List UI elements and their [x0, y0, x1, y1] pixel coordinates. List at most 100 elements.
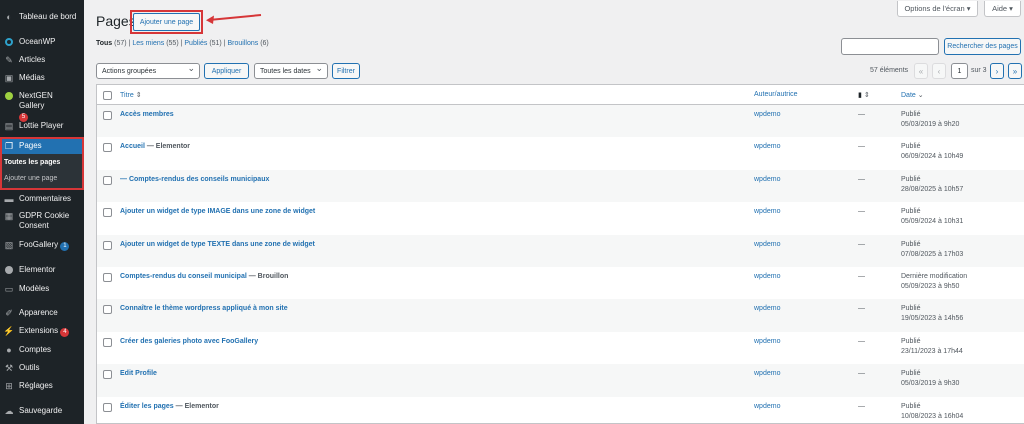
- table-row: Edit Profile wpdemo — Publié 05/03/2019 à…: [97, 364, 1024, 397]
- prev-page-button[interactable]: ‹: [932, 63, 946, 79]
- menu-media[interactable]: ▣ Médias: [0, 73, 49, 83]
- bulk-actions-select[interactable]: Actions groupées: [96, 63, 200, 79]
- sort-icon: ⇕: [135, 92, 142, 99]
- row-checkbox[interactable]: [103, 402, 112, 412]
- page-title-link[interactable]: Ajouter un widget de type IMAGE dans une…: [120, 208, 315, 215]
- table-row: Comptes-rendus du conseil municipal — Br…: [97, 267, 1024, 299]
- search-input[interactable]: [841, 38, 939, 55]
- page-title-link[interactable]: Créer des galeries photo avec FooGallery: [120, 338, 258, 345]
- menu-settings[interactable]: ⊞ Réglages: [0, 381, 57, 391]
- column-title[interactable]: Titre ⇕: [120, 91, 142, 99]
- comments-count: —: [858, 337, 865, 345]
- menu-oceanwp[interactable]: OceanWP: [0, 37, 59, 47]
- menu-comments[interactable]: ▬ Commentaires: [0, 194, 75, 204]
- sort-icon: ⌄: [917, 92, 924, 99]
- menu-backup[interactable]: ☁ Sauvegarde: [0, 406, 66, 416]
- menu-dashboard[interactable]: ◐ Tableau de bord: [0, 12, 80, 22]
- row-checkbox[interactable]: [103, 175, 112, 185]
- comments-count: —: [858, 273, 865, 280]
- author-link[interactable]: wpdemo: [754, 208, 780, 215]
- author-link[interactable]: wpdemo: [754, 111, 780, 118]
- page-title-link[interactable]: Accès membres: [120, 111, 174, 118]
- author-link[interactable]: wpdemo: [754, 143, 780, 150]
- gdpr-icon: ▦: [4, 210, 14, 221]
- media-icon: ▣: [4, 72, 14, 83]
- total-pages: sur 3: [971, 67, 987, 74]
- next-page-button[interactable]: ›: [990, 63, 1004, 79]
- search-pages-button[interactable]: Rechercher des pages: [944, 38, 1021, 55]
- users-icon: ●: [6, 345, 12, 355]
- page-title-link[interactable]: Ajouter un widget de type TEXTE dans une…: [120, 241, 315, 248]
- row-checkbox[interactable]: [103, 240, 112, 250]
- author-link[interactable]: wpdemo: [754, 338, 780, 345]
- row-checkbox[interactable]: [103, 370, 112, 380]
- last-page-button[interactable]: »: [1008, 63, 1022, 79]
- menu-lottie[interactable]: ▤ Lottie Player: [0, 121, 67, 131]
- row-checkbox[interactable]: [103, 111, 112, 120]
- filter-published[interactable]: Publiés (51): [184, 40, 221, 47]
- table-row: Connaître le thème wordpress appliqué à …: [97, 299, 1024, 332]
- column-comments[interactable]: ▮ ⇕: [858, 91, 870, 99]
- menu-users[interactable]: ● Comptes: [0, 345, 55, 355]
- author-link[interactable]: wpdemo: [754, 403, 780, 410]
- admin-sidebar: ◐ Tableau de bord OceanWP ✎ Articles ▣ M…: [0, 0, 84, 424]
- row-checkbox[interactable]: [103, 143, 112, 153]
- highlight-box-sidebar: [0, 137, 84, 190]
- page-title-link[interactable]: Connaître le thème wordpress appliqué à …: [120, 305, 288, 312]
- comments-count: —: [858, 370, 865, 378]
- filter-mine[interactable]: Les miens (55): [132, 40, 178, 47]
- row-checkbox[interactable]: [103, 273, 112, 282]
- brush-icon: ✐: [5, 307, 13, 318]
- date-cell: Dernière modification 05/09/2023 à 9h50: [901, 273, 968, 290]
- current-page-input[interactable]: 1: [951, 63, 968, 79]
- oceanwp-icon: [4, 37, 14, 47]
- menu-tools[interactable]: ⚒ Outils: [0, 363, 43, 373]
- author-link[interactable]: wpdemo: [754, 273, 780, 280]
- menu-elementor[interactable]: Elementor: [0, 265, 59, 275]
- author-link[interactable]: wpdemo: [754, 305, 780, 312]
- caret-down-icon: ▾: [966, 4, 971, 13]
- filter-all[interactable]: Tous (57): [96, 40, 127, 47]
- menu-plugins[interactable]: ⚡ Extensions 4: [0, 326, 73, 337]
- menu-gdpr[interactable]: ▦ GDPR Cookie Consent: [0, 211, 84, 231]
- column-author[interactable]: Auteur/autrice: [754, 91, 798, 98]
- table-row: Accès membres wpdemo — Publié 05/03/2019 …: [97, 105, 1024, 138]
- column-date[interactable]: Date ⌄: [901, 91, 924, 99]
- row-checkbox[interactable]: [103, 337, 112, 347]
- table-row: Créer des galeries photo avec FooGallery…: [97, 332, 1024, 364]
- apply-button[interactable]: Appliquer: [204, 63, 249, 79]
- date-filter-select[interactable]: Toutes les dates: [254, 63, 328, 79]
- comments-count: —: [858, 111, 865, 118]
- update-badge: 4: [60, 328, 70, 337]
- screen-options-button[interactable]: Options de l'écran ▾: [897, 1, 978, 17]
- menu-articles[interactable]: ✎ Articles: [0, 55, 49, 65]
- red-arrow-icon: [206, 14, 262, 24]
- page-title-link[interactable]: Accueil — Elementor: [120, 143, 190, 150]
- status-filter-links: Tous (57) | Les miens (55) | Publiés (51…: [96, 40, 269, 47]
- author-link[interactable]: wpdemo: [754, 370, 780, 377]
- settings-icon: ⊞: [5, 380, 13, 391]
- page-title-link[interactable]: Comptes-rendus du conseil municipal — Br…: [120, 273, 288, 280]
- filter-button[interactable]: Filtrer: [332, 63, 360, 79]
- page-title-link[interactable]: — Comptes-rendus des conseils municipaux: [120, 176, 269, 183]
- items-count: 57 éléments: [870, 67, 909, 74]
- author-link[interactable]: wpdemo: [754, 176, 780, 183]
- pages-table: Titre ⇕ Auteur/autrice ▮ ⇕ Date ⌄ Accès …: [96, 84, 1024, 424]
- menu-nextgen[interactable]: NextGEN Gallery 5: [0, 91, 84, 122]
- help-button[interactable]: Aide ▾: [984, 1, 1021, 17]
- page-title-link[interactable]: Edit Profile: [120, 370, 157, 377]
- filter-drafts[interactable]: Brouillons (6): [228, 40, 269, 47]
- wrench-icon: ⚒: [4, 362, 14, 373]
- author-link[interactable]: wpdemo: [754, 241, 780, 248]
- templates-icon: ▭: [4, 283, 14, 294]
- menu-templates[interactable]: ▭ Modèles: [0, 284, 53, 294]
- page-title-link[interactable]: Éditer les pages — Elementor: [120, 403, 219, 410]
- row-checkbox[interactable]: [103, 305, 112, 315]
- menu-foogallery[interactable]: ▧ FooGallery 1: [0, 240, 73, 251]
- plugin-icon: ⚡: [3, 325, 15, 336]
- menu-appearance[interactable]: ✐ Apparence: [0, 308, 62, 318]
- select-all-checkbox[interactable]: [103, 91, 112, 100]
- highlight-box-add-button: [130, 10, 203, 34]
- row-checkbox[interactable]: [103, 208, 112, 218]
- first-page-button[interactable]: «: [914, 63, 928, 79]
